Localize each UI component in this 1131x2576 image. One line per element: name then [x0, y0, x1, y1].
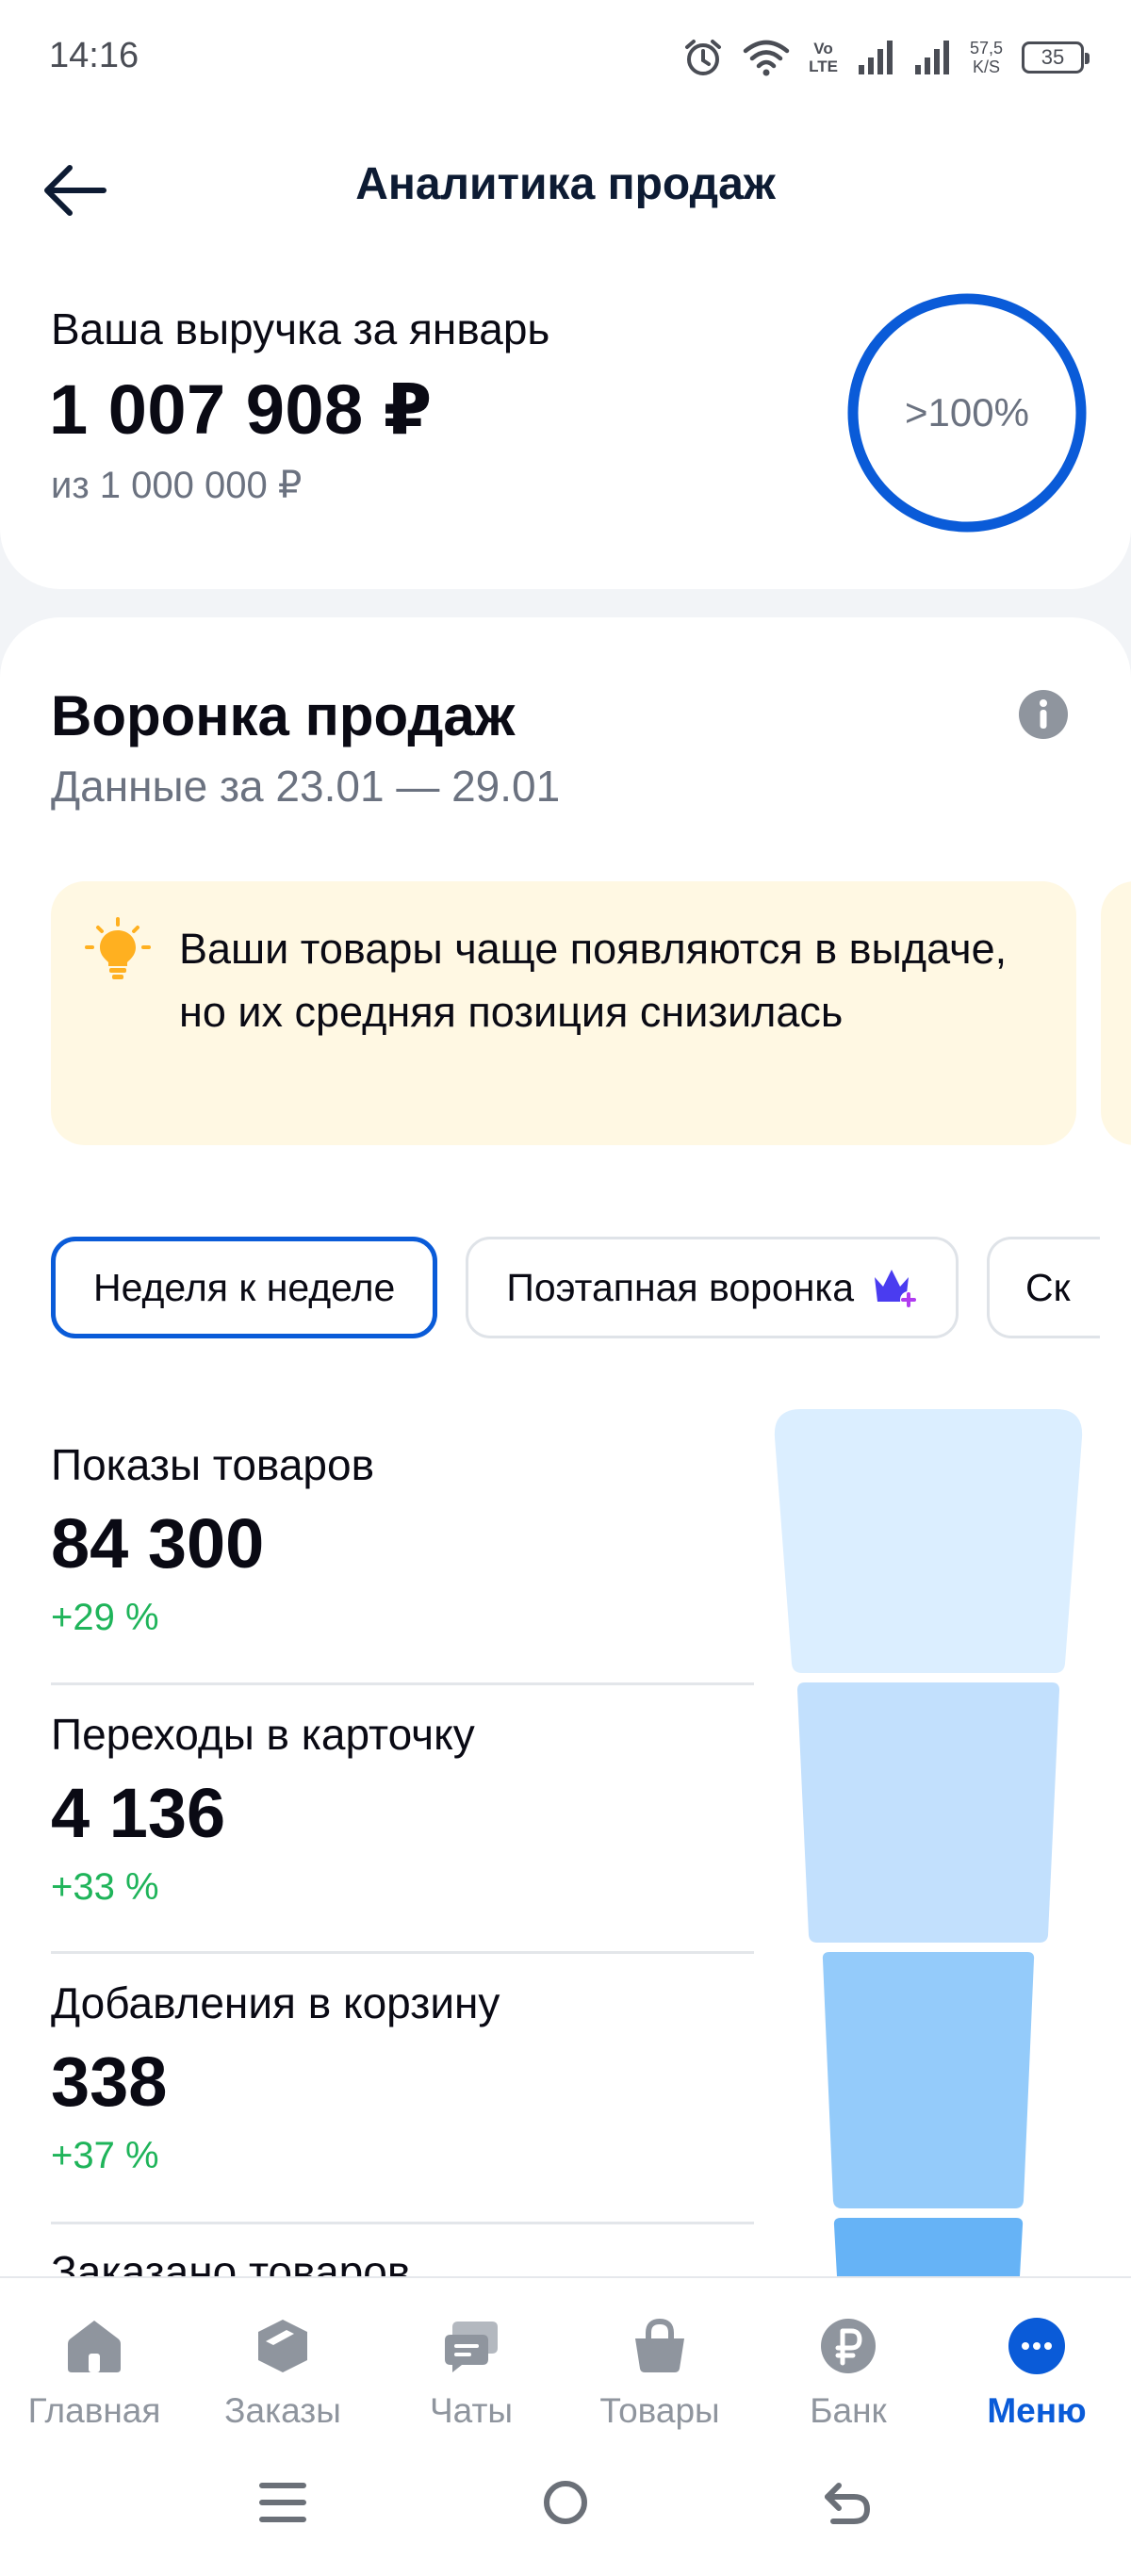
app-header: Аналитика продаж — [0, 113, 1131, 264]
metric-impressions[interactable]: Показы товаров 84 300 +29 % — [51, 1439, 754, 1639]
box-icon — [258, 2320, 307, 2372]
revenue-target: из 1 000 000 ₽ — [51, 465, 303, 506]
chip-week-to-week[interactable]: Неделя к неделе — [51, 1237, 438, 1338]
revenue-progress-text: >100% — [905, 390, 1029, 435]
next-tip-card-peek[interactable] — [1101, 881, 1131, 1145]
metric-value: 4 136 — [51, 1774, 226, 1852]
volte-indicator: Vo LTE — [809, 40, 838, 75]
home-circle-icon[interactable] — [528, 2465, 603, 2540]
system-back-icon[interactable] — [811, 2465, 886, 2540]
funnel-segment-card-visits — [797, 1682, 1059, 1943]
nav-item-products[interactable]: Товары — [566, 2316, 754, 2431]
chip-partial[interactable]: Ск — [987, 1237, 1101, 1338]
funnel-segment-add-to-cart — [822, 1952, 1035, 2208]
status-icons: Vo LTE 57,5 K/S 35 — [682, 32, 1090, 83]
nav-item-menu[interactable]: Меню — [942, 2316, 1131, 2431]
nav-label: Банк — [810, 2391, 887, 2430]
home-icon — [68, 2321, 121, 2372]
info-icon[interactable] — [1018, 689, 1069, 740]
revenue-value: 1 007 908 ₽ — [49, 370, 433, 449]
metric-card-visits[interactable]: Переходы в карточку 4 136 +33 % — [51, 1709, 754, 1909]
network-speed: 57,5 K/S — [969, 39, 1003, 76]
funnel-period: Данные за 23.01 — 29.01 — [51, 762, 561, 811]
metric-orders[interactable]: Заказано товаров — [51, 2246, 754, 2276]
nav-label: Чаты — [430, 2391, 513, 2430]
crown-plus-icon — [875, 1270, 918, 1308]
metric-label: Показы товаров — [51, 1440, 375, 1489]
revenue-label: Ваша выручка за январь — [51, 304, 550, 353]
metric-value: 338 — [51, 2043, 168, 2121]
page-title: Аналитика продаж — [355, 159, 776, 209]
insight-tip-card[interactable]: Ваши товары чаще появляются в выдаче, но… — [51, 881, 1076, 1145]
nav-item-chats[interactable]: Чаты — [377, 2316, 566, 2431]
menu-dots-icon — [1008, 2318, 1065, 2374]
nav-label: Главная — [27, 2391, 161, 2430]
app-screen: 14:16 Vo LTE 57,5 K/S 35 Аналитика прода… — [0, 0, 1131, 2576]
metric-delta: +29 % — [51, 1597, 159, 1638]
chip-label: Поэтапная воронка — [506, 1265, 855, 1309]
nav-label: Заказы — [224, 2391, 341, 2430]
battery-icon: 35 — [1022, 41, 1090, 74]
basket-icon — [635, 2318, 684, 2372]
ruble-icon — [821, 2319, 876, 2373]
chip-stage-funnel[interactable]: Поэтапная воронка — [466, 1237, 959, 1338]
funnel-chart — [774, 1409, 1083, 2276]
chip-label: Неделя к неделе — [93, 1265, 396, 1309]
metric-label: Добавления в корзину — [51, 1978, 500, 2027]
nav-label: Товары — [599, 2391, 720, 2430]
status-time: 14:16 — [49, 36, 139, 75]
funnel-segment-orders — [833, 2218, 1024, 2276]
signal-icon — [858, 41, 893, 74]
nav-item-home[interactable]: Главная — [0, 2316, 188, 2431]
status-bar: 14:16 Vo LTE 57,5 K/S 35 — [0, 0, 1131, 113]
metric-delta: +33 % — [51, 1866, 159, 1908]
nav-label: Меню — [987, 2391, 1087, 2430]
sales-funnel-card: Воронка продаж Данные за 23.01 — 29.01 В… — [0, 617, 1131, 2276]
lightbulb-icon — [85, 917, 151, 979]
metric-label: Заказано товаров — [51, 2247, 411, 2276]
wifi-icon — [743, 40, 790, 76]
metric-delta: +37 % — [51, 2135, 159, 2176]
nav-item-orders[interactable]: Заказы — [188, 2316, 377, 2431]
chip-label: Ск — [1025, 1265, 1071, 1309]
recent-apps-icon[interactable] — [245, 2465, 320, 2540]
nav-item-bank[interactable]: Банк — [754, 2316, 942, 2431]
insight-tip-text: Ваши товары чаще появляются в выдаче, но… — [179, 925, 1008, 1036]
metric-label: Переходы в карточку — [51, 1710, 475, 1759]
signal-icon-2 — [914, 41, 949, 74]
alarm-icon — [685, 40, 722, 75]
chat-icon — [445, 2322, 498, 2372]
battery-level: 35 — [1041, 45, 1065, 69]
revenue-card[interactable]: Ваша выручка за январь 1 007 908 ₽ из 1 … — [0, 264, 1131, 589]
metric-value: 84 300 — [51, 1504, 265, 1583]
funnel-segment-impressions — [774, 1409, 1083, 1673]
metric-divider — [51, 1682, 754, 1685]
metric-divider — [51, 1951, 754, 1954]
funnel-title: Воронка продаж — [51, 684, 516, 747]
metric-divider — [51, 2222, 754, 2224]
metric-add-to-cart[interactable]: Добавления в корзину 338 +37 % — [51, 1977, 754, 2177]
funnel-view-chips: Неделя к неделе Поэтапная воронка Ск — [51, 1237, 1101, 1340]
